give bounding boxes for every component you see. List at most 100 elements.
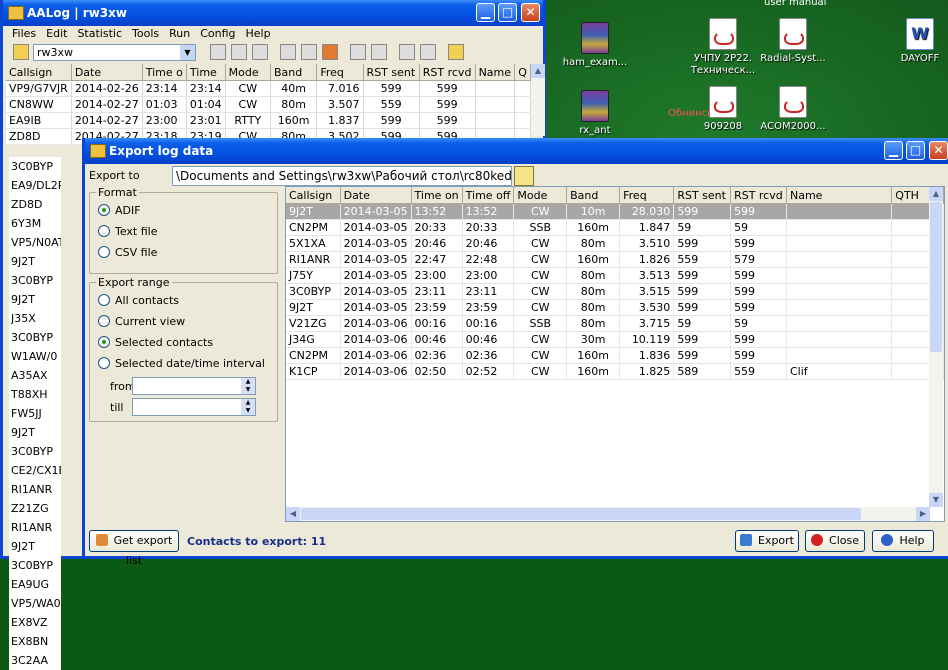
column-header[interactable]: Mode (513, 187, 568, 204)
toolbar-map-icon[interactable] (399, 44, 415, 60)
list-item[interactable]: Z21ZG201 (9, 499, 61, 518)
table-row[interactable]: 9J2T 2014-03-05 23:59 23:59 CW 80m 3.530 599 599 (286, 299, 944, 316)
column-header[interactable]: Date (340, 187, 412, 204)
column-header[interactable]: Callsign (286, 187, 341, 204)
column-header[interactable]: Callsign (6, 64, 72, 81)
spin-up-icon[interactable]: ▲ (241, 378, 255, 386)
table-row[interactable]: 3C0BYP 2014-03-05 23:11 23:11 CW 80m 3.515 599 5… (286, 283, 944, 300)
toolbar-edit-icon[interactable] (371, 44, 387, 60)
list-item[interactable]: 3C0BYP201 (9, 442, 61, 461)
table-row[interactable]: J75Y 2014-03-05 23:00 23:00 CW 80m 3.513 599 599 (286, 267, 944, 284)
list-item[interactable]: RI1ANR201 (9, 480, 61, 499)
maximize-button[interactable]: □ (906, 141, 925, 160)
log-selector-combo[interactable]: rw3xw ▼ (33, 44, 196, 61)
scroll-thumb[interactable] (301, 508, 861, 520)
list-item[interactable]: RI1ANR201 (9, 518, 61, 537)
table-row[interactable]: V21ZG 2014-03-06 00:16 00:16 SSB 80m 3.715 59 59 (286, 315, 944, 332)
browse-folder-icon[interactable] (514, 166, 534, 186)
minimize-button[interactable]: ▁ (476, 3, 495, 22)
column-header[interactable]: RST rcvd (730, 187, 787, 204)
table-row[interactable]: CN8WW 2014-02-27 01:03 01:04 CW 80m 3.507 559 59… (6, 96, 531, 113)
menu-run[interactable]: Run (164, 26, 195, 42)
toolbar-import-icon[interactable] (231, 44, 247, 60)
maximize-button[interactable]: □ (498, 3, 517, 22)
list-item[interactable]: 9J2T201 (9, 252, 61, 271)
column-header[interactable]: Time o (142, 64, 187, 81)
format-csv-radio[interactable]: CSV file (98, 245, 157, 261)
list-item[interactable]: J35X201 (9, 309, 61, 328)
column-header[interactable]: Q (514, 64, 531, 81)
column-header[interactable]: Freq (619, 187, 675, 204)
toolbar-export-icon[interactable] (252, 44, 268, 60)
list-item[interactable]: ZD8D201 (9, 195, 61, 214)
till-date-input[interactable]: ▲ ▼ (132, 398, 256, 416)
menu-statistic[interactable]: Statistic (72, 26, 127, 42)
column-header[interactable]: Time on (411, 187, 463, 204)
desktop-icon-radial-syst[interactable]: Radial-Syst... (753, 18, 833, 65)
chevron-down-icon[interactable]: ▼ (180, 45, 195, 60)
column-header[interactable]: Time off (462, 187, 515, 204)
toolbar-new-icon[interactable] (210, 44, 226, 60)
desktop-icon-ham-exam[interactable]: ham_exam... (555, 22, 635, 69)
list-item[interactable]: T88XH201 (9, 385, 61, 404)
list-item[interactable]: A35AX201 (9, 366, 61, 385)
list-item[interactable]: VP5/N0AT201 (9, 233, 61, 252)
desktop-icon-uchpu[interactable]: УЧПУ 2Р22. Техническ... (683, 18, 763, 77)
menu-tools[interactable]: Tools (127, 26, 164, 42)
list-item[interactable]: W1AW/0201 (9, 347, 61, 366)
list-item[interactable]: EA9/DL2RNS201 (9, 176, 61, 195)
table-row[interactable]: RI1ANR 2014-03-05 22:47 22:48 CW 160m 1.826 559… (286, 251, 944, 268)
aalog-titlebar[interactable]: AALog | rw3xw ▁ □ ✕ (3, 0, 543, 26)
column-header[interactable]: Name (475, 64, 516, 81)
list-item[interactable]: CE2/CX1EK201 (9, 461, 61, 480)
desktop-icon-dayoff[interactable]: W DAYOFF (880, 18, 948, 65)
list-item[interactable]: 9J2T201 (9, 290, 61, 309)
close-button[interactable]: Close (805, 530, 865, 552)
column-header[interactable]: Mode (225, 64, 271, 81)
list-item[interactable]: 9J2T201 (9, 537, 61, 556)
column-header[interactable]: Band (566, 187, 621, 204)
toolbar-cluster-icon[interactable] (322, 44, 338, 60)
list-item[interactable]: 3C0BYP201 (9, 328, 61, 347)
get-export-list-button[interactable]: Get export list (89, 530, 179, 567)
range-interval-radio[interactable]: Selected date/time interval (98, 356, 265, 372)
desktop-icon-acom2000[interactable]: ACOM2000... (753, 86, 833, 133)
toolbar-print-icon[interactable] (280, 44, 296, 60)
format-text-radio[interactable]: Text file (98, 224, 158, 240)
table-row[interactable]: 9J2T 2014-03-05 13:52 13:52 CW 10m 28.030 599 59… (286, 203, 944, 220)
column-header[interactable]: RST sent (673, 187, 732, 204)
gear-icon[interactable] (448, 44, 464, 60)
list-item[interactable]: EX8VZ201 (9, 613, 61, 632)
menu-help[interactable]: Help (241, 26, 276, 42)
from-date-input[interactable]: ▲ ▼ (132, 377, 256, 395)
list-item[interactable]: VP5/WA0MH201 (9, 594, 61, 613)
table-row[interactable]: EA9IB 2014-02-27 23:00 23:01 RTTY 160m 1.837 59… (6, 112, 531, 129)
toolbar-monitor-icon[interactable] (350, 44, 366, 60)
table-row[interactable]: 5X1XA 2014-03-05 20:46 20:46 CW 80m 3.510 599 59… (286, 235, 944, 252)
toolbar-qsl-icon[interactable] (420, 44, 436, 60)
open-folder-icon[interactable] (13, 44, 29, 60)
scroll-left-icon[interactable]: ◀ (286, 507, 300, 521)
column-header[interactable]: Band (270, 64, 318, 81)
list-item[interactable]: 9J2T201 (9, 423, 61, 442)
menu-config[interactable]: Config (195, 26, 240, 42)
spin-up-icon[interactable]: ▲ (241, 399, 255, 407)
table-row[interactable]: CN2PM 2014-03-05 20:33 20:33 SSB 160m 1.847 59 5… (286, 219, 944, 236)
column-header[interactable]: Date (71, 64, 143, 81)
export-titlebar[interactable]: Export log data ▁ □ ✕ (85, 138, 948, 164)
list-item[interactable]: 3C0BYP201 (9, 157, 61, 176)
list-item[interactable]: 3C0BYP201 (9, 271, 61, 290)
minimize-button[interactable]: ▁ (884, 141, 903, 160)
scroll-thumb[interactable] (930, 202, 942, 352)
help-button[interactable]: Help (872, 530, 934, 552)
list-item[interactable]: 6Y3M201 (9, 214, 61, 233)
table-row[interactable]: VP9/G7VJR 2014-02-26 23:14 23:14 CW 40m 7.016 5… (6, 80, 531, 97)
close-window-button[interactable]: ✕ (929, 141, 948, 160)
column-header[interactable]: Freq (316, 64, 364, 81)
desktop-icon-909208[interactable]: 909208 (683, 86, 763, 133)
format-adif-radio[interactable]: ADIF (98, 203, 141, 219)
spin-down-icon[interactable]: ▼ (241, 386, 255, 394)
scroll-down-icon[interactable]: ▼ (929, 493, 943, 507)
table-row[interactable]: CN2PM 2014-03-06 02:36 02:36 CW 160m 1.836 599 5… (286, 347, 944, 364)
list-item[interactable]: FW5JJ201 (9, 404, 61, 423)
